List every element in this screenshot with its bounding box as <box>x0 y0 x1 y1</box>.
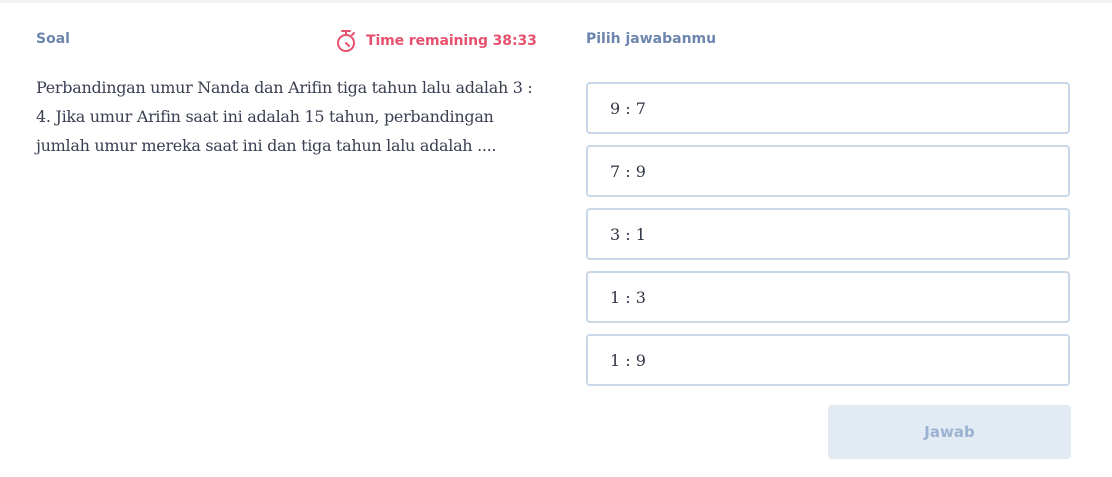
answer-option-1[interactable]: 9 : 7 <box>586 82 1070 134</box>
stopwatch-icon <box>335 29 357 53</box>
question-label: Soal <box>36 31 70 47</box>
answer-option-label: 7 : 9 <box>610 161 646 181</box>
answer-option-label: 3 : 1 <box>610 224 646 244</box>
question-text: Perbandingan umur Nanda dan Arifin tiga … <box>36 78 533 155</box>
answer-option-label: 1 : 3 <box>610 287 646 307</box>
answer-option-2[interactable]: 7 : 9 <box>586 145 1070 197</box>
timer-text: Time remaining 38:33 <box>366 33 537 49</box>
answer-option-3[interactable]: 3 : 1 <box>586 208 1070 260</box>
answer-option-label: 9 : 7 <box>610 98 646 118</box>
answer-option-label: 1 : 9 <box>610 350 646 370</box>
answer-options: 9 : 7 7 : 9 3 : 1 1 : 3 1 : 9 <box>586 82 1070 397</box>
submit-answer-button[interactable]: Jawab <box>828 405 1071 459</box>
top-divider <box>0 0 1112 3</box>
answers-title: Pilih jawabanmu <box>586 31 717 47</box>
answer-option-4[interactable]: 1 : 3 <box>586 271 1070 323</box>
answer-option-5[interactable]: 1 : 9 <box>586 334 1070 386</box>
timer: Time remaining 38:33 <box>335 28 537 54</box>
